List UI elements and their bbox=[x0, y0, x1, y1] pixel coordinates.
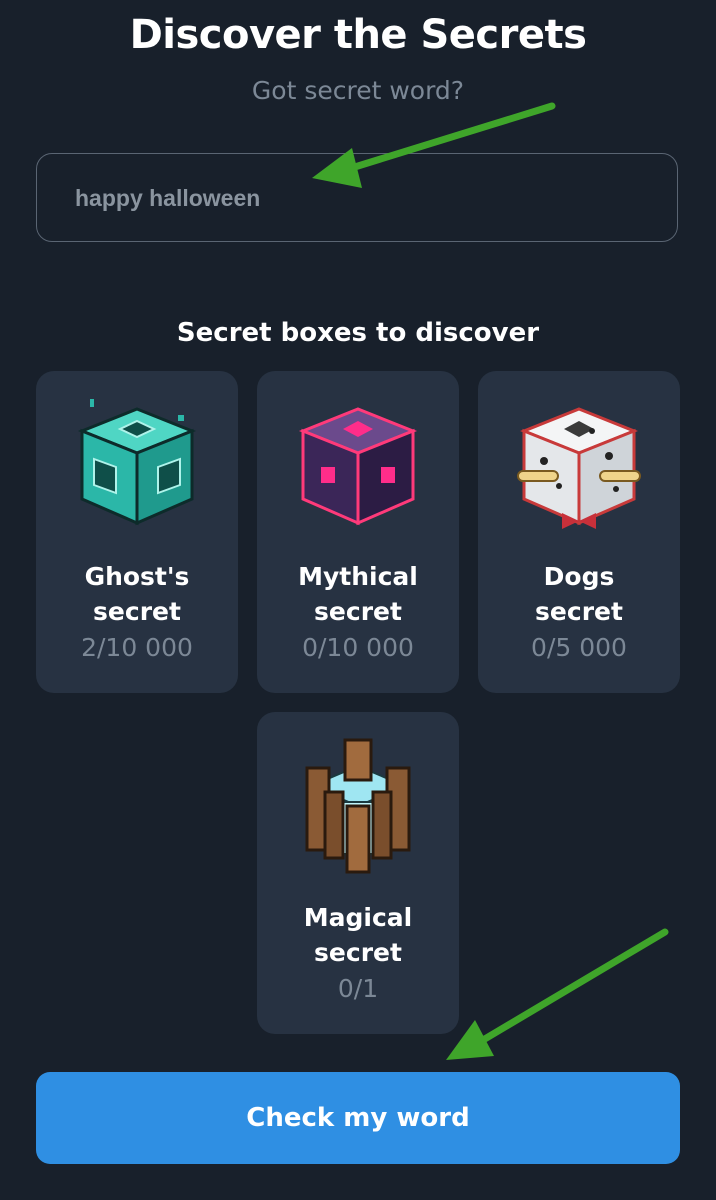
page-title: Discover the Secrets bbox=[129, 12, 587, 58]
box-card-mythical[interactable]: Mythical secret 0/10 000 bbox=[257, 371, 459, 693]
box-card-ghost[interactable]: Ghost's secret 2/10 000 bbox=[36, 371, 238, 693]
box-count: 0/1 bbox=[337, 974, 379, 1003]
box-count: 0/5 000 bbox=[531, 633, 627, 662]
dog-cube-icon bbox=[517, 407, 641, 529]
ghost-cube-icon bbox=[77, 399, 197, 526]
box-name: Mythical secret bbox=[298, 562, 418, 626]
box-name: Magical secret bbox=[303, 903, 413, 967]
box-card-magical[interactable]: Magical secret 0/1 bbox=[257, 712, 459, 1034]
box-name: Dogs secret bbox=[535, 562, 623, 626]
box-count: 2/10 000 bbox=[81, 633, 193, 662]
secret-word-field[interactable] bbox=[36, 153, 678, 242]
section-title: Secret boxes to discover bbox=[176, 318, 540, 348]
box-count: 0/10 000 bbox=[302, 633, 414, 662]
magical-cube-icon bbox=[305, 738, 411, 874]
box-name: Ghost's secret bbox=[84, 562, 190, 626]
box-card-dogs[interactable]: Dogs secret 0/5 000 bbox=[478, 371, 680, 693]
secret-word-input[interactable] bbox=[73, 154, 637, 242]
arrow-to-button-icon bbox=[446, 928, 669, 1060]
mythical-cube-icon bbox=[298, 407, 418, 526]
check-word-button[interactable]: Check my word bbox=[36, 1072, 680, 1164]
page-subtitle: Got secret word? bbox=[251, 76, 465, 105]
